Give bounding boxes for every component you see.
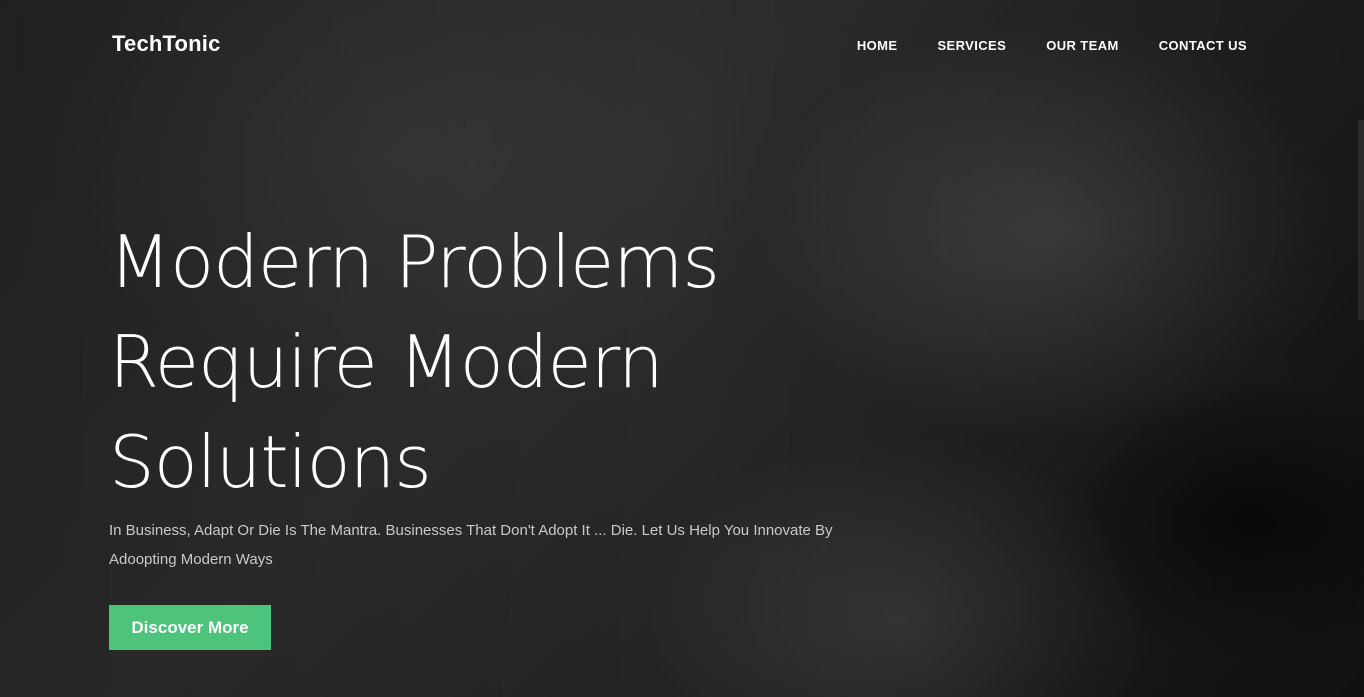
scrollbar-track[interactable] <box>1358 120 1364 320</box>
hero-headline: Modern Problems Require Modern Solutions <box>109 212 829 512</box>
hero-section: TechTonic HOME SERVICES OUR TEAM CONTACT… <box>0 0 1364 697</box>
hero-headline-line: Solutions <box>109 420 432 504</box>
nav-item-contact-us[interactable]: CONTACT US <box>1159 38 1247 53</box>
hero-subtext: In Business, Adapt Or Die Is The Mantra.… <box>109 522 833 568</box>
hero-headline-line: Modern Problems <box>109 220 720 304</box>
hero-headline-line: Require Modern <box>109 320 664 404</box>
main-nav: HOME SERVICES OUR TEAM CONTACT US <box>857 38 1247 53</box>
brand-logo[interactable]: TechTonic <box>112 31 221 57</box>
nav-item-services[interactable]: SERVICES <box>937 38 1006 53</box>
nav-item-our-team[interactable]: OUR TEAM <box>1046 38 1119 53</box>
discover-more-button[interactable]: Discover More <box>109 605 271 650</box>
nav-item-home[interactable]: HOME <box>857 38 898 53</box>
